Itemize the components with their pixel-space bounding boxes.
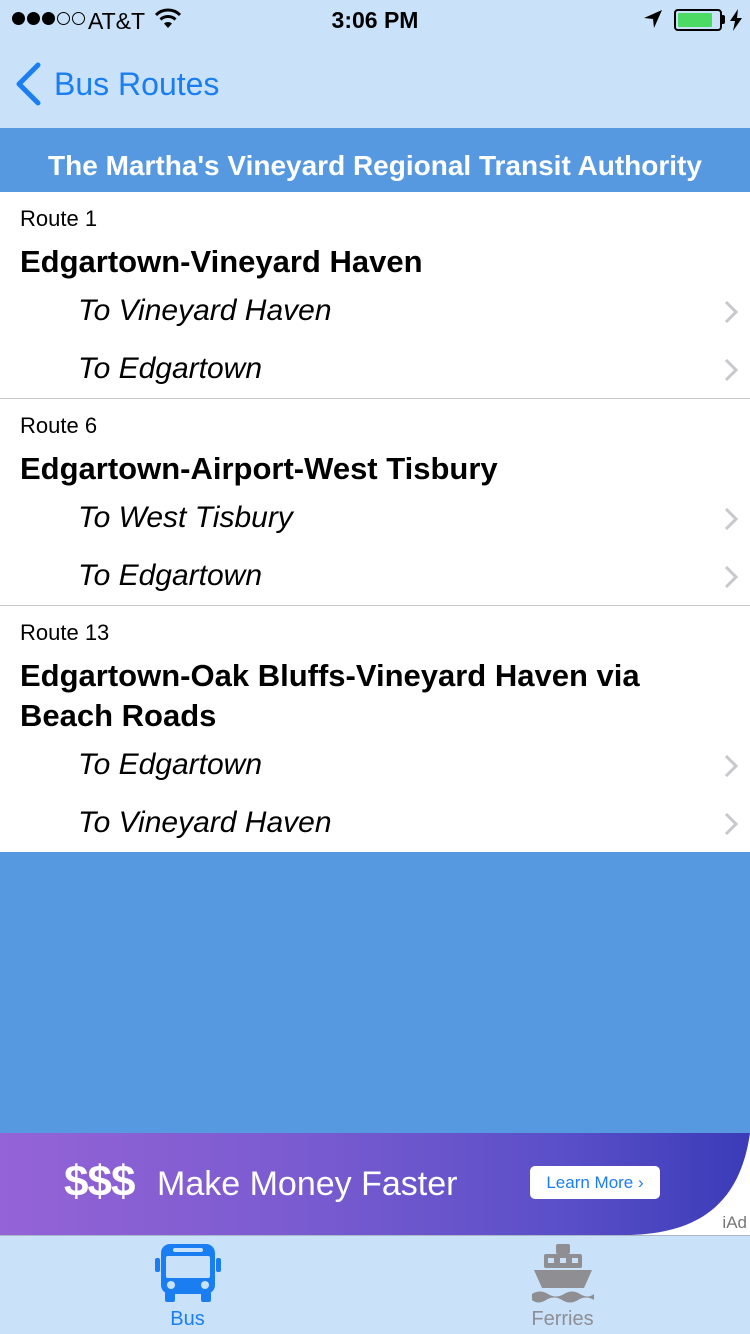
navigation-bar: Bus Routes <box>0 40 750 128</box>
direction-row[interactable]: To Edgartown <box>0 547 750 605</box>
location-arrow-icon <box>643 9 663 35</box>
tab-ferries[interactable]: Ferries <box>375 1236 750 1334</box>
route-13: Route 13 Edgartown-Oak Bluffs-Vineyard H… <box>0 606 750 852</box>
direction-row[interactable]: To Edgartown <box>0 736 750 794</box>
direction-label: To Vineyard Haven <box>78 294 332 327</box>
ferry-icon <box>531 1244 594 1303</box>
chevron-right-icon <box>724 358 738 382</box>
section-header: The Martha's Vineyard Regional Transit A… <box>0 139 750 192</box>
charging-bolt-icon <box>729 9 743 37</box>
back-chevron-icon <box>16 62 41 106</box>
ad-banner[interactable]: $$$ Make Money Faster Learn More › iAd <box>0 1133 750 1235</box>
tab-bar: Bus Ferries <box>0 1235 750 1334</box>
tab-label: Ferries <box>531 1308 594 1330</box>
battery-nub <box>722 15 725 24</box>
tab-bus[interactable]: Bus <box>0 1236 375 1334</box>
tab-label: Bus <box>170 1308 205 1330</box>
battery-icon <box>674 9 722 31</box>
iad-badge: iAd <box>722 1213 747 1232</box>
ad-learn-more-button[interactable]: Learn More › <box>530 1166 660 1199</box>
route-1: Route 1 Edgartown-Vineyard Haven To Vine… <box>0 192 750 399</box>
top-bar-area: AT&T 3:06 PM Bus Routes <box>0 0 750 128</box>
route-name: Edgartown-Oak Bluffs-Vineyard Haven via … <box>20 658 640 733</box>
direction-row[interactable]: To Vineyard Haven <box>0 794 750 852</box>
status-bar: AT&T 3:06 PM <box>0 0 750 40</box>
route-number: Route 13 <box>20 620 110 645</box>
direction-label: To Vineyard Haven <box>78 806 332 839</box>
routes-list: Route 1 Edgartown-Vineyard Haven To Vine… <box>0 192 750 852</box>
route-number: Route 1 <box>20 206 98 231</box>
status-time: 3:06 PM <box>331 7 419 33</box>
direction-label: To West Tisbury <box>78 501 293 534</box>
ad-button-label: Learn More <box>546 1173 634 1192</box>
chevron-right-icon <box>724 812 738 836</box>
direction-row[interactable]: To West Tisbury <box>0 489 750 547</box>
chevron-right-icon <box>724 565 738 589</box>
ad-headline: Make Money Faster <box>157 1165 458 1203</box>
chevron-right-icon: › <box>638 1173 644 1192</box>
ad-dollars: $$$ <box>64 1157 135 1206</box>
bus-icon <box>154 1244 221 1302</box>
direction-label: To Edgartown <box>78 352 263 385</box>
chevron-right-icon <box>724 754 738 778</box>
chevron-right-icon <box>724 507 738 531</box>
chevron-right-icon <box>724 300 738 324</box>
route-name: Edgartown-Vineyard Haven <box>20 244 423 279</box>
back-button[interactable]: Bus Routes <box>14 60 219 108</box>
route-6: Route 6 Edgartown-Airport-West Tisbury T… <box>0 399 750 606</box>
direction-row[interactable]: To Edgartown <box>0 340 750 398</box>
direction-label: To Edgartown <box>78 748 263 781</box>
route-number: Route 6 <box>20 413 98 438</box>
route-name: Edgartown-Airport-West Tisbury <box>20 451 498 486</box>
back-button-label: Bus Routes <box>54 65 220 102</box>
direction-row[interactable]: To Vineyard Haven <box>0 282 750 340</box>
direction-label: To Edgartown <box>78 559 263 592</box>
